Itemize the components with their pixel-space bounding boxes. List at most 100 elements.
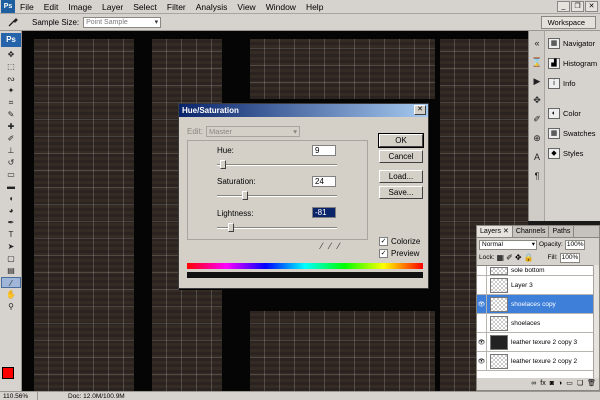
collapse-dock-icon[interactable]: «	[530, 37, 544, 50]
menu-window[interactable]: Window	[261, 0, 301, 14]
layer-style-icon[interactable]: fx	[540, 378, 545, 390]
eyedropper-minus-icon[interactable]: ⁄	[338, 241, 340, 251]
visibility-eye-icon[interactable]	[477, 276, 487, 294]
dock-item-styles[interactable]: ◆ Styles	[545, 145, 600, 161]
new-layer-icon[interactable]: ❏	[577, 378, 583, 390]
close-icon[interactable]: ✕	[585, 1, 598, 12]
saturation-input[interactable]: 24	[312, 176, 336, 187]
dock-item-info[interactable]: i Info	[545, 75, 600, 91]
hue-slider-thumb[interactable]	[220, 160, 226, 169]
blur-tool-icon[interactable]: ◖	[1, 193, 21, 204]
minimize-icon[interactable]: _	[557, 1, 570, 12]
tab-paths[interactable]: Paths	[549, 226, 575, 237]
load-button[interactable]: Load...	[379, 170, 423, 183]
colorize-check-icon[interactable]: ✓	[379, 237, 388, 246]
move-tool-icon[interactable]: ✥	[1, 49, 21, 60]
workspace-button[interactable]: Workspace	[540, 16, 596, 29]
tab-channels[interactable]: Channels	[513, 226, 550, 237]
menu-file[interactable]: File	[15, 0, 39, 14]
lasso-tool-icon[interactable]: ᔓ	[1, 73, 21, 84]
cancel-button[interactable]: Cancel	[379, 150, 423, 163]
ok-button[interactable]: OK	[378, 133, 424, 148]
menu-layer[interactable]: Layer	[97, 0, 128, 14]
notes-tool-icon[interactable]: ▤	[1, 265, 21, 276]
menu-image[interactable]: Image	[63, 0, 97, 14]
menu-analysis[interactable]: Analysis	[191, 0, 233, 14]
healing-tool-icon[interactable]: ✚	[1, 121, 21, 132]
link-layers-icon[interactable]: ∞	[531, 378, 536, 390]
tab-layers[interactable]: Layers ✕	[477, 226, 513, 237]
fill-input[interactable]: 100%	[559, 252, 580, 263]
dock-item-swatches[interactable]: ▦ Swatches	[545, 125, 600, 141]
history-brush-tool-icon[interactable]: ↺	[1, 157, 21, 168]
zoom-level[interactable]: 110.56%	[0, 392, 38, 400]
visibility-eye-icon[interactable]	[477, 314, 487, 332]
edit-select[interactable]: Master	[206, 126, 301, 137]
delete-layer-icon[interactable]: 🗑	[587, 378, 596, 390]
layer-row[interactable]: 👁 leather texure 2 copy 3	[477, 333, 593, 352]
eraser-tool-icon[interactable]: ▭	[1, 169, 21, 180]
type-tool-icon[interactable]: T	[1, 229, 21, 240]
marquee-tool-icon[interactable]: ⬚	[1, 61, 21, 72]
opacity-input[interactable]: 100%	[564, 239, 585, 250]
menu-help[interactable]: Help	[301, 0, 328, 14]
brush-tool-icon[interactable]: ✐	[1, 133, 21, 144]
save-button[interactable]: Save...	[379, 186, 423, 199]
menu-edit[interactable]: Edit	[39, 0, 64, 14]
hand-tool-icon[interactable]: ✋	[1, 289, 21, 300]
new-group-icon[interactable]: ▭	[566, 378, 573, 390]
lock-paint-icon[interactable]: ✐	[506, 253, 513, 262]
paragraph-panel-icon[interactable]: ¶	[530, 170, 544, 183]
visibility-eye-icon[interactable]: 👁	[477, 352, 487, 370]
layer-mask-icon[interactable]: ◙	[550, 378, 554, 390]
actions-panel-icon[interactable]: ▶	[530, 75, 544, 88]
dock-item-navigator[interactable]: ▦ Navigator	[545, 35, 600, 51]
brushes-panel-icon[interactable]: ✐	[530, 113, 544, 126]
restore-icon[interactable]: ❐	[571, 1, 584, 12]
layer-row[interactable]: shoelaces	[477, 314, 593, 333]
history-panel-icon[interactable]: ⌛	[530, 56, 544, 69]
hue-input[interactable]: 9	[312, 145, 336, 156]
hue-slider-track[interactable]	[217, 164, 337, 166]
eyedropper-plus-icon[interactable]: ⁄	[330, 241, 332, 251]
slice-tool-icon[interactable]: ✎	[1, 109, 21, 120]
saturation-slider-track[interactable]	[217, 195, 337, 197]
clone-source-icon[interactable]: ⊕	[530, 132, 544, 145]
menu-select[interactable]: Select	[128, 0, 162, 14]
dock-item-color[interactable]: ◐ Color	[545, 105, 600, 121]
tool-presets-icon[interactable]: ✥	[530, 94, 544, 107]
adjustment-layer-icon[interactable]: ◑	[558, 378, 562, 390]
pen-tool-icon[interactable]: ✒	[1, 217, 21, 228]
eyedropper-tool-icon[interactable]	[4, 15, 22, 29]
lock-transparent-icon[interactable]: ▦	[497, 253, 505, 262]
visibility-eye-icon[interactable]	[477, 266, 487, 275]
menu-filter[interactable]: Filter	[162, 0, 191, 14]
foreground-color-swatch[interactable]	[2, 367, 14, 379]
lightness-slider-thumb[interactable]	[228, 223, 234, 232]
crop-tool-icon[interactable]: ⌗	[1, 97, 21, 108]
magic-wand-tool-icon[interactable]: ✦	[1, 85, 21, 96]
saturation-slider-thumb[interactable]	[242, 191, 248, 200]
stamp-tool-icon[interactable]: ⊥	[1, 145, 21, 156]
layer-row[interactable]: 👁 leather texure 2 copy 2	[477, 352, 593, 371]
eyedropper-icon[interactable]: ⁄	[321, 241, 323, 251]
preview-checkbox[interactable]: ✓ Preview	[379, 249, 419, 258]
blend-mode-select[interactable]: Normal	[479, 239, 537, 250]
sample-size-select[interactable]: Point Sample	[83, 16, 162, 28]
layer-row-selected[interactable]: 👁 shoelaces copy	[477, 295, 593, 314]
zoom-tool-icon[interactable]: ⚲	[1, 301, 21, 312]
gradient-tool-icon[interactable]: ▬	[1, 181, 21, 192]
visibility-eye-icon[interactable]: 👁	[477, 295, 487, 313]
layer-row[interactable]: Layer 3	[477, 276, 593, 295]
lightness-input[interactable]: -81	[312, 207, 336, 218]
dodge-tool-icon[interactable]: ◕	[1, 205, 21, 216]
dialog-close-icon[interactable]: ✕	[414, 105, 426, 115]
menu-view[interactable]: View	[232, 0, 260, 14]
colorize-checkbox[interactable]: ✓ Colorize	[379, 237, 420, 246]
preview-check-icon[interactable]: ✓	[379, 249, 388, 258]
lock-all-icon[interactable]: 🔒	[524, 253, 534, 262]
eyedropper-tool-icon-selected[interactable]: ⁄	[1, 277, 21, 288]
dock-item-histogram[interactable]: ▟ Histogram	[545, 55, 600, 71]
lock-move-icon[interactable]: ✥	[515, 253, 522, 262]
path-select-tool-icon[interactable]: ➤	[1, 241, 21, 252]
